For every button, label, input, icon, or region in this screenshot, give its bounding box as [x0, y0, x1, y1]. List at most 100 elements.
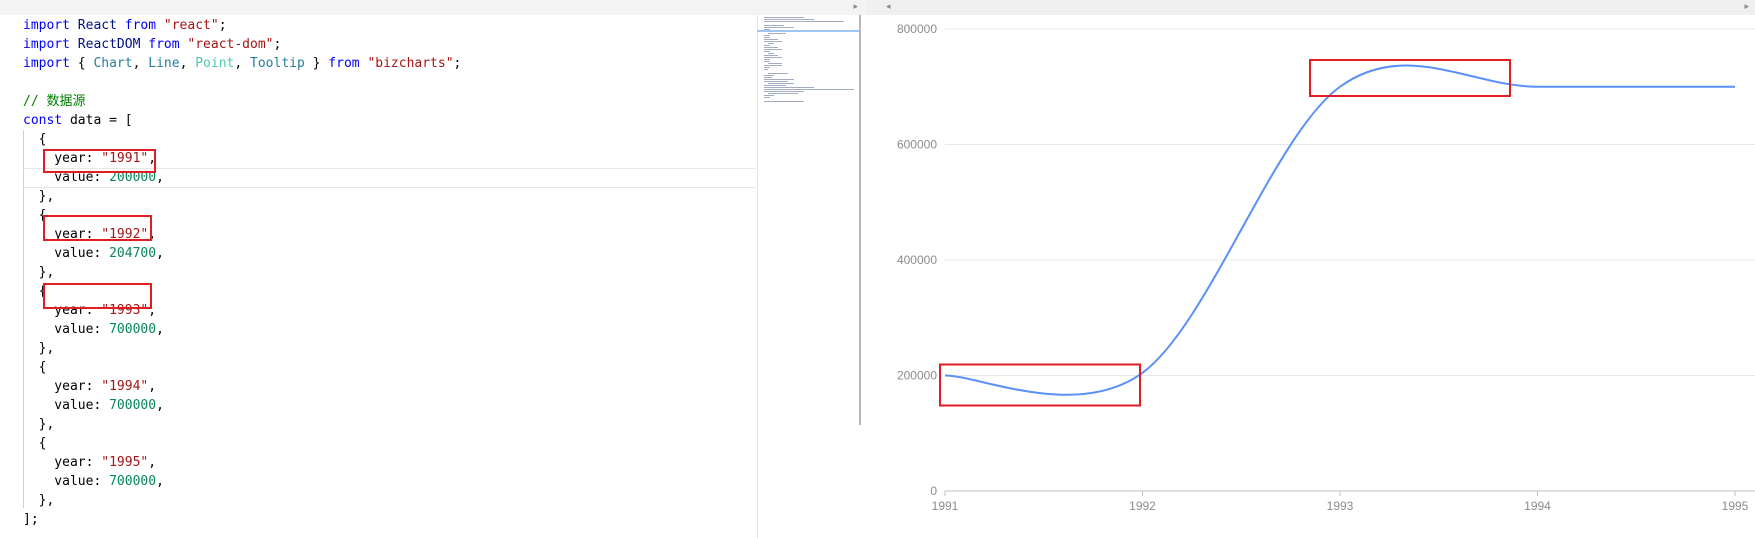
code-line[interactable]: },	[23, 187, 461, 206]
code-line[interactable]: value: 204700,	[23, 244, 461, 263]
minimap-line	[764, 81, 788, 82]
minimap-line	[768, 53, 774, 54]
code-token: from	[328, 56, 360, 71]
code-line[interactable]: import React from "react";	[23, 16, 461, 35]
code-token: 204700	[109, 246, 157, 261]
minimap-line	[768, 43, 774, 44]
code-token: year:	[23, 379, 102, 394]
series-line	[944, 64, 1735, 396]
scroll-right-icon[interactable]: ▸	[853, 2, 858, 12]
code-token: "bizcharts"	[367, 56, 454, 71]
code-token: {	[23, 436, 47, 451]
code-token: },	[23, 265, 55, 280]
code-line[interactable]: import ReactDOM from "react-dom";	[23, 35, 461, 54]
code-line[interactable]: },	[23, 263, 461, 282]
code-line[interactable]: year: "1994",	[23, 377, 461, 396]
code-line[interactable]: },	[23, 491, 461, 510]
code-line[interactable]	[23, 73, 461, 92]
minimap-line	[764, 47, 778, 48]
highlight-box-value-1992	[43, 215, 152, 241]
code-token: ;	[218, 18, 227, 33]
code-line[interactable]: const data = [	[23, 111, 461, 130]
x-tick-label: 1991	[932, 499, 959, 513]
code-token: Tooltip	[250, 56, 305, 71]
code-token: ,	[148, 379, 157, 394]
code-token: Line	[148, 56, 180, 71]
code-token: ;	[273, 37, 282, 52]
x-tick-label: 1993	[1327, 499, 1354, 513]
code-content[interactable]: import React from "react"; import ReactDO…	[23, 16, 461, 529]
minimap-line	[764, 95, 774, 96]
code-token: ,	[179, 56, 196, 71]
code-editor[interactable]: ▸ import React from "react"; import React…	[0, 0, 866, 538]
line-chart: 0 200000 400000 600000 800000 1991 1992 1993 199…	[897, 22, 1755, 513]
code-token: from	[124, 18, 157, 33]
minimap-line	[764, 101, 804, 102]
highlight-box-value-1993	[43, 283, 152, 309]
code-token: },	[23, 189, 55, 204]
code-token: ;	[453, 56, 462, 71]
x-tick-label: 1992	[1129, 499, 1156, 513]
minimap-line	[768, 33, 786, 34]
code-token: React	[77, 18, 117, 33]
minimap-line	[764, 77, 772, 78]
code-line[interactable]: {	[23, 358, 461, 377]
chart-panel: ◂ ▸ 0 200000 400000 600000 800000 1991 1992 199…	[866, 0, 1755, 538]
minimap-line	[764, 39, 778, 40]
minimap-line	[764, 57, 782, 58]
code-token: {	[69, 56, 94, 71]
code-token: "1994"	[101, 379, 149, 394]
code-token: from	[148, 37, 180, 52]
editor-minimap[interactable]	[757, 15, 863, 538]
code-token: },	[23, 341, 55, 356]
minimap-line	[764, 65, 782, 66]
code-token: ,	[156, 322, 164, 337]
y-tick-label: 0	[930, 484, 937, 498]
code-token: ,	[156, 398, 164, 413]
minimap-line	[764, 79, 794, 80]
minimap-line	[764, 45, 770, 46]
code-line[interactable]: year: "1995",	[23, 453, 461, 472]
code-line[interactable]: // 数据源	[23, 92, 461, 111]
code-token: value:	[23, 322, 110, 337]
code-line[interactable]: },	[23, 415, 461, 434]
code-token: 700000	[109, 398, 157, 413]
code-token: ,	[156, 474, 164, 489]
minimap-line	[764, 27, 794, 28]
code-line[interactable]: value: 700000,	[23, 320, 461, 339]
y-tick-label: 200000	[897, 369, 937, 383]
code-token: import	[23, 37, 70, 52]
minimap-line	[764, 19, 814, 20]
minimap-line	[764, 85, 786, 86]
minimap-line	[764, 87, 814, 88]
code-token: Point	[195, 56, 235, 71]
editor-tab-bar: ▸	[0, 0, 866, 15]
code-token: 700000	[109, 474, 157, 489]
code-token: value:	[23, 246, 110, 261]
code-line[interactable]: value: 700000,	[23, 396, 461, 415]
code-line[interactable]: {	[23, 130, 461, 149]
code-token: 700000	[109, 322, 157, 337]
editor-scrollbar[interactable]	[859, 15, 861, 425]
minimap-line	[764, 97, 770, 98]
code-line[interactable]: import { Chart, Line, Point, Tooltip } f…	[23, 54, 461, 73]
minimap-line	[764, 41, 782, 42]
code-token: {	[23, 132, 47, 147]
code-token: },	[23, 417, 55, 432]
code-line[interactable]: value: 700000,	[23, 472, 461, 491]
code-token: ReactDOM	[77, 37, 141, 52]
code-token: ];	[23, 512, 39, 527]
highlight-box-1991	[939, 363, 1141, 407]
code-token: data = [	[62, 113, 133, 128]
minimap-line	[764, 61, 770, 62]
code-line[interactable]: },	[23, 339, 461, 358]
minimap-line	[764, 59, 770, 60]
minimap-line	[764, 69, 768, 70]
minimap-line	[768, 83, 794, 84]
code-line[interactable]: {	[23, 434, 461, 453]
code-token: "react-dom"	[187, 37, 274, 52]
code-line[interactable]: ];	[23, 510, 461, 529]
